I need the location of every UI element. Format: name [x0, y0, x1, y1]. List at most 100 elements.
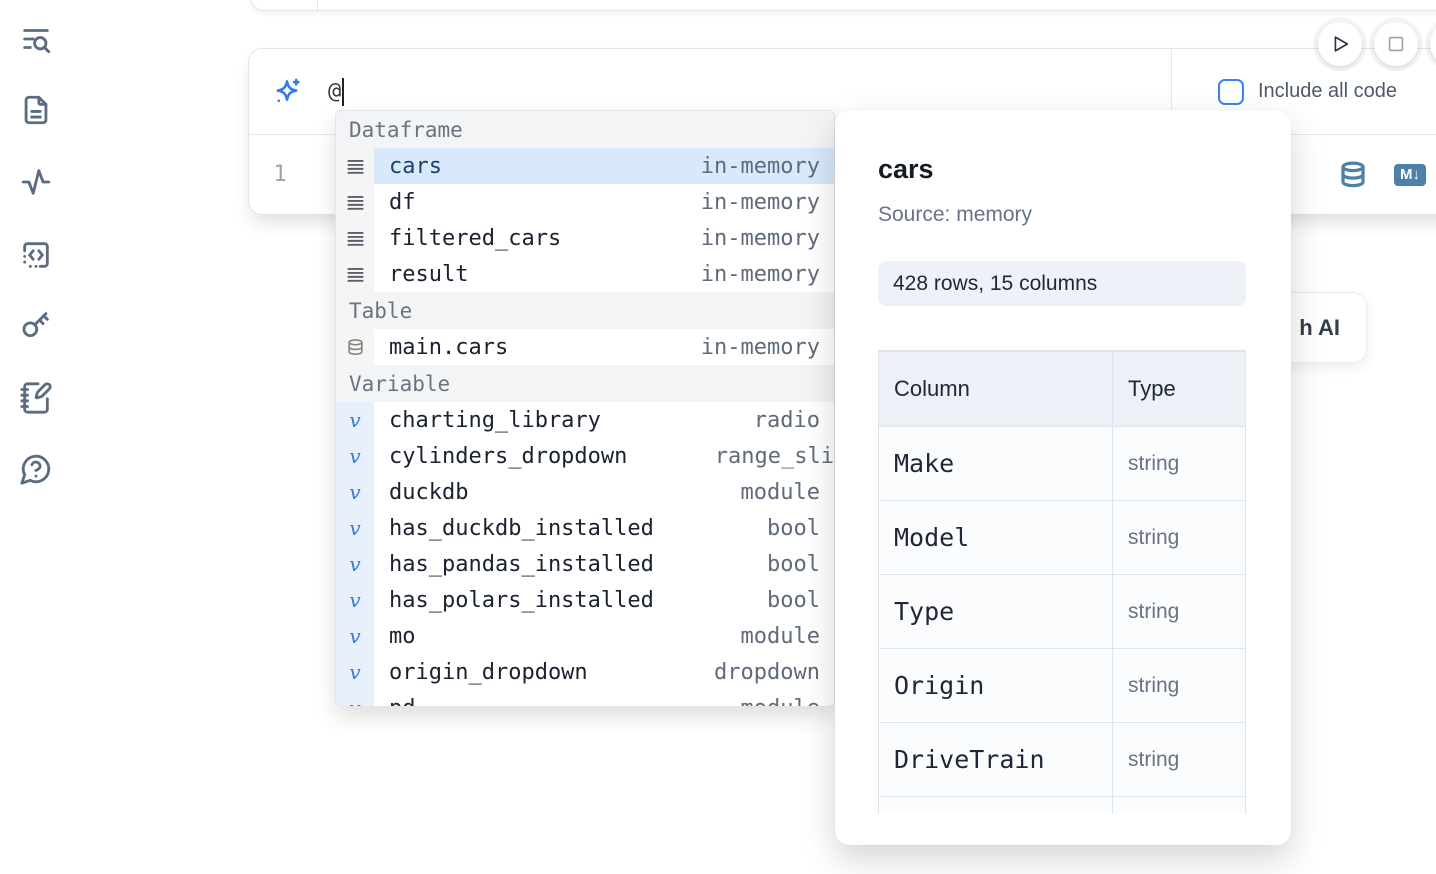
variable-gutter: v	[336, 654, 374, 690]
column-type: string	[1113, 501, 1246, 575]
item-detail: in-memory	[701, 154, 834, 179]
autocomplete-popup: Dataframecarsin-memory df in-memory filtere…	[335, 110, 835, 707]
variable-icon: v	[349, 410, 360, 430]
schema-row-Make: Makestring	[879, 427, 1246, 501]
preview-title: cars	[878, 154, 1246, 185]
left-sidebar	[0, 0, 72, 874]
schema-table: ColumnTypeMakestringModelstringTypestrin…	[878, 351, 1246, 814]
generate-with-ai-label: h AI	[1299, 315, 1340, 341]
ai-sparkle-icon	[270, 75, 304, 109]
autocomplete-item-filtered_cars[interactable]: filtered_carsin-memory	[336, 220, 834, 256]
item-detail: dropdown	[714, 660, 834, 685]
stop-icon	[1385, 33, 1407, 55]
autocomplete-item-cars[interactable]: carsin-memory	[336, 148, 834, 184]
item-name: df	[389, 190, 416, 215]
line-number: 1	[249, 135, 311, 214]
autocomplete-item-duckdb[interactable]: vduckdbmodule	[336, 474, 834, 510]
dataframe-rows-icon	[346, 265, 365, 284]
previous-cell-edge	[250, 0, 1436, 11]
help-chat-icon[interactable]	[19, 452, 53, 486]
rows-gutter	[336, 184, 374, 220]
schema-header-column: Column	[879, 352, 1113, 427]
schema-table-wrap: ColumnTypeMakestringModelstringTypestrin…	[878, 350, 1246, 814]
variable-gutter: v	[336, 510, 374, 546]
include-all-code-checkbox[interactable]	[1218, 79, 1244, 105]
schema-row-partial	[879, 797, 1246, 815]
autocomplete-item-origin_dropdown[interactable]: v origin_dropdown dropdown	[336, 654, 834, 690]
schema-row-Model: Modelstring	[879, 501, 1246, 575]
item-name: result	[389, 262, 468, 287]
rows-gutter	[336, 148, 374, 184]
key-icon[interactable]	[19, 308, 53, 342]
autocomplete-item-has_pandas_installed[interactable]: v has_pandas_installed bool	[336, 546, 834, 582]
schema-row-Type: Typestring	[879, 575, 1246, 649]
file-text-icon[interactable]	[19, 93, 53, 127]
column-type: string	[1113, 723, 1246, 797]
item-name: has_pandas_installed	[389, 552, 654, 577]
shape-badge: 428 rows, 15 columns	[878, 261, 1246, 306]
item-detail: range_sli	[715, 444, 834, 469]
autocomplete-item-cylinders_dropdown[interactable]: vcylinders_dropdownrange_sli	[336, 438, 834, 474]
notebook-pen-icon[interactable]	[19, 381, 53, 415]
autocomplete-section-header: Variable	[336, 365, 834, 402]
sql-database-icon[interactable]	[1338, 159, 1368, 191]
variable-gutter: v	[336, 582, 374, 618]
column-name: Model	[879, 501, 1113, 575]
column-name: DriveTrain	[879, 723, 1113, 797]
item-name: main.cars	[389, 335, 508, 360]
autocomplete-item-pd[interactable]: vpdmodule	[336, 690, 834, 707]
autocomplete-item-result[interactable]: result in-memory	[336, 256, 834, 292]
rows-gutter	[336, 220, 374, 256]
include-all-code-label: Include all code	[1258, 80, 1397, 103]
ai-prompt-input[interactable]: @	[328, 78, 344, 106]
item-detail: radio	[754, 408, 834, 433]
run-button[interactable]	[1318, 22, 1362, 66]
item-detail: in-memory	[701, 262, 834, 287]
item-detail: bool	[767, 588, 834, 613]
previous-cell-gutter-divider	[317, 0, 318, 10]
item-detail: bool	[767, 552, 834, 577]
code-snippet-icon[interactable]	[19, 238, 53, 272]
item-detail: module	[741, 696, 834, 708]
item-name: has_duckdb_installed	[389, 516, 654, 541]
variable-icon: v	[349, 698, 360, 707]
markdown-icon[interactable]: M↓	[1394, 164, 1426, 186]
variable-icon: v	[349, 662, 360, 682]
dataframe-rows-icon	[346, 157, 365, 176]
item-detail: in-memory	[701, 190, 834, 215]
autocomplete-section-header: Table	[336, 292, 834, 329]
item-name: mo	[389, 624, 416, 649]
stop-button[interactable]	[1374, 22, 1418, 66]
variable-icon: v	[349, 590, 360, 610]
variable-gutter: v	[336, 438, 374, 474]
column-type: string	[1113, 575, 1246, 649]
item-name: charting_library	[389, 408, 601, 433]
column-name: Make	[879, 427, 1113, 501]
variable-gutter: v	[336, 618, 374, 654]
variable-gutter: v	[336, 690, 374, 707]
dataframe-rows-icon	[346, 229, 365, 248]
autocomplete-item-df[interactable]: df in-memory	[336, 184, 834, 220]
schema-header-type: Type	[1113, 352, 1246, 427]
column-type: string	[1113, 427, 1246, 501]
activity-icon[interactable]	[19, 165, 53, 199]
ai-prompt-value: @	[328, 79, 341, 104]
autocomplete-item-charting_library[interactable]: v charting_library radio	[336, 402, 834, 438]
item-name: origin_dropdown	[389, 660, 588, 685]
autocomplete-item-has_duckdb_installed[interactable]: vhas_duckdb_installedbool	[336, 510, 834, 546]
play-icon	[1329, 33, 1351, 55]
variable-icon: v	[349, 626, 360, 646]
list-search-icon[interactable]	[19, 22, 53, 56]
schema-row-DriveTrain: DriveTrainstring	[879, 723, 1246, 797]
autocomplete-item-mo[interactable]: v mo module	[336, 618, 834, 654]
autocomplete-section-header: Dataframe	[336, 111, 834, 148]
preview-source: Source: memory	[878, 203, 1246, 227]
item-detail: module	[741, 480, 834, 505]
item-detail: module	[741, 624, 834, 649]
database-gutter	[336, 329, 374, 365]
variable-gutter: v	[336, 402, 374, 438]
autocomplete-item-main.cars[interactable]: main.carsin-memory	[336, 329, 834, 365]
schema-row-Origin: Originstring	[879, 649, 1246, 723]
autocomplete-item-has_polars_installed[interactable]: vhas_polars_installedbool	[336, 582, 834, 618]
variable-icon: v	[349, 554, 360, 574]
